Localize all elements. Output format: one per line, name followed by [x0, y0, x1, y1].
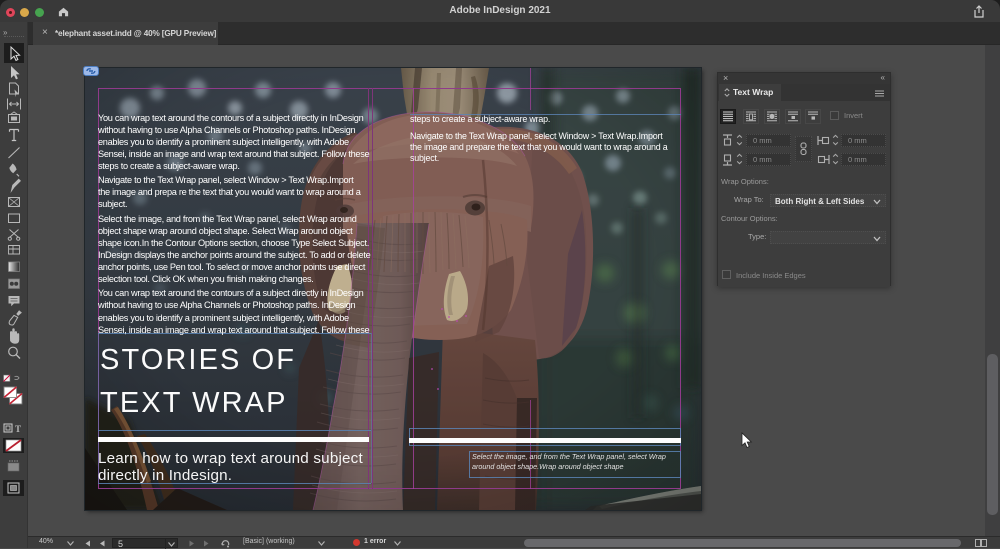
svg-text:T: T	[15, 424, 21, 434]
